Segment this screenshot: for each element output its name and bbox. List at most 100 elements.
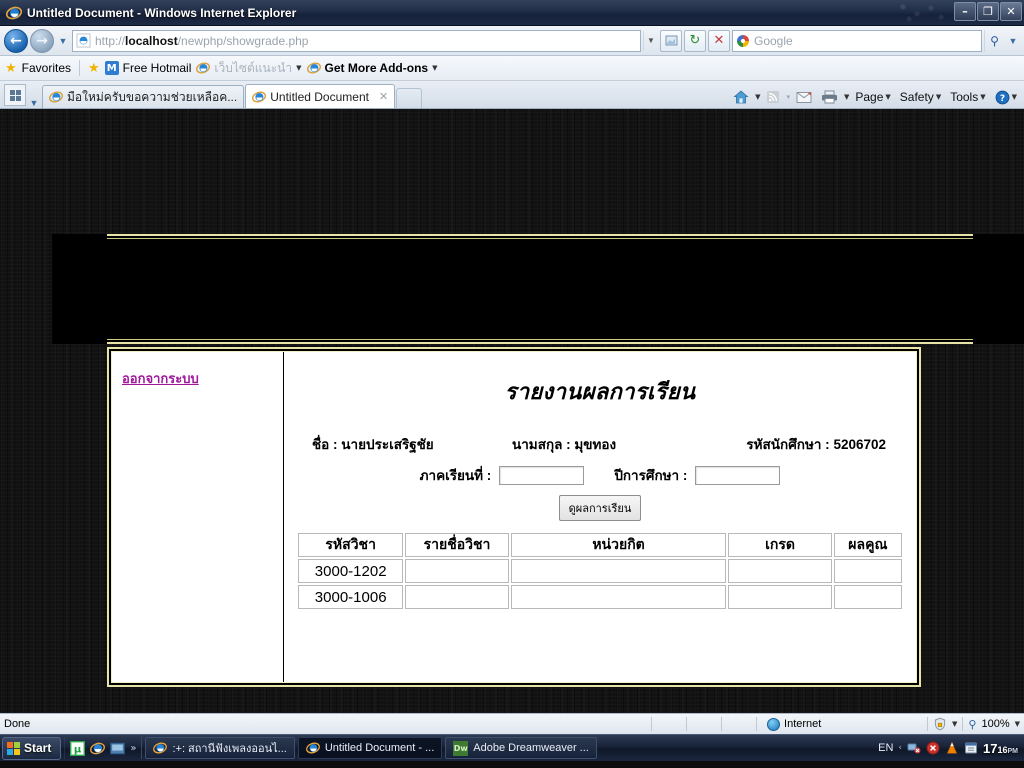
search-input[interactable]: Google [732,29,982,52]
favbar-item-suggested-sites[interactable]: เว็บไซต์แนะนำ ▼ [196,59,302,78]
favorites-label[interactable]: Favorites [22,61,71,75]
shield-icon[interactable] [926,741,940,755]
language-indicator[interactable]: EN [878,742,893,754]
google-icon [737,34,749,47]
clock-minutes: 16 [997,744,1008,755]
show-grades-button[interactable]: ดูผลการเรียน [558,495,642,521]
update-icon[interactable] [964,741,978,755]
taskbar-item-2[interactable]: Dw Adobe Dreamweaver ... [445,737,597,759]
tab-item-0[interactable]: มือใหม่ครับขอความช่วยเหลือค... [42,85,245,108]
term-input[interactable] [499,465,585,485]
chevron-down-icon[interactable]: ▼ [296,64,301,72]
add-to-favorites-bar-icon[interactable]: ★ [88,61,100,76]
network-icon[interactable] [907,741,921,755]
new-tab-button[interactable] [396,88,423,108]
favorites-star-icon[interactable]: ★ [5,61,17,76]
chevron-down-icon: ▼ [935,93,942,101]
security-zone-label: Internet [784,718,822,730]
student-surname-value: มุขทอง [574,437,617,452]
titlebar-glyph-decoration [897,2,952,24]
feeds-dropdown-icon: ▾ [786,93,790,101]
favbar-item-free-hotmail[interactable]: M Free Hotmail [104,61,192,75]
zoom-dropdown-icon[interactable]: ▼ [1015,720,1020,728]
compatibility-view-icon[interactable] [660,29,682,52]
statusbar-right: ▼ ⚲ 100% ▼ [927,717,1020,731]
logout-link[interactable]: ออกจากระบบ [122,371,199,386]
svg-text:µ: µ [74,744,82,755]
clock-hours: 17 [983,740,998,756]
home-button[interactable] [730,89,752,105]
system-tray: EN ‹ 17 16 PM [878,741,1022,756]
zoom-level: 100% [981,718,1010,730]
ie-icon [196,62,211,74]
window-controls: – ❐ ✕ [954,2,1022,21]
media-icon[interactable] [110,741,126,756]
home-dropdown-icon[interactable]: ▼ [755,93,760,101]
cell-grade [728,585,832,609]
quick-tabs-icon[interactable] [4,84,26,106]
search-provider-dropdown[interactable]: ▼ [1006,36,1020,46]
page-content-inner: ออกจากระบบ รายงานผลการเรียน ชื่อ : นายปร… [111,351,917,683]
zoom-icon[interactable]: ⚲ [968,718,976,731]
address-bar[interactable]: http://localhost/newphp/showgrade.php [72,29,641,52]
back-arrow-icon[interactable]: ← [4,28,28,53]
stop-icon[interactable]: ✕ [708,29,730,52]
close-button[interactable]: ✕ [1000,2,1022,21]
tab-bar: ▼ มือใหม่ครับขอความช่วยเหลือค... Untitle… [0,81,1024,109]
recent-pages-dropdown[interactable]: ▼ [56,36,70,46]
page-menu-button[interactable]: Page ▼ [852,90,893,104]
taskbar-item-1-active[interactable]: Untitled Document - ... [297,737,443,759]
favbar-item-get-more-addons[interactable]: Get More Add-ons ▼ [306,61,437,75]
security-zone[interactable]: Internet [767,717,927,731]
table-row: 3000-1202 [298,559,902,583]
favbar-item-label: Free Hotmail [122,61,192,75]
address-dropdown-icon[interactable]: ▼ [643,30,658,51]
utorrent-icon[interactable]: µ [70,740,86,756]
system-clock[interactable]: 17 16 PM [983,741,1018,756]
close-icon[interactable]: ✕ [379,90,388,103]
quick-launch-overflow-icon[interactable]: » [130,743,136,754]
tools-menu-label: Tools [950,90,979,104]
protected-mode-dropdown[interactable]: ▼ [952,720,957,728]
print-button[interactable] [818,90,841,104]
favbar-item-label: Get More Add-ons [324,61,429,75]
start-button[interactable]: Start [2,736,62,760]
safety-menu-button[interactable]: Safety ▼ [897,90,944,104]
ie-icon [49,91,63,103]
ie-icon [6,6,22,19]
page-ie-icon [76,33,91,48]
tab-label: มือใหม่ครับขอความช่วยเหลือค... [67,89,238,104]
banner-inner-frame [107,234,973,344]
globe-icon [767,717,781,731]
svg-text:?: ? [999,94,1004,104]
restore-button[interactable]: ❐ [977,2,999,21]
ie-icon[interactable] [90,741,106,756]
table-row: 3000-1006 [298,585,902,609]
minimize-button[interactable]: – [954,2,976,21]
search-go-icon[interactable]: ⚲ [984,29,1004,52]
page-banner [52,234,1024,344]
help-button[interactable]: ? ▼ [992,90,1020,105]
cell-grade [728,559,832,583]
mail-button[interactable] [793,91,815,104]
student-info-row: ชื่อ : นายประเสริฐชัย นามสกุล : มุขทอง ร… [296,433,904,455]
vlc-icon[interactable] [945,741,959,755]
navigation-toolbar: ← → ▼ http://localhost/newphp/showgrade.… [0,26,1024,56]
chevron-down-icon: ▼ [1011,93,1017,101]
refresh-icon[interactable]: ↻ [684,29,706,52]
tab-item-1-active[interactable]: Untitled Document ✕ [245,84,396,108]
tab-list-dropdown[interactable]: ▼ [27,98,41,108]
print-dropdown-icon[interactable]: ▼ [844,93,849,101]
divider [927,717,929,731]
chevron-down-icon[interactable]: ▼ [432,64,437,72]
address-url-text: http://localhost/newphp/showgrade.php [95,33,309,48]
favbar-item-label: เว็บไซต์แนะนำ [214,60,293,75]
taskbar-item-0[interactable]: :+: สถานีฟังเพลงออนไ... [145,737,295,759]
tools-menu-button[interactable]: Tools ▼ [947,90,988,104]
year-input[interactable] [695,465,781,485]
feeds-button[interactable] [763,90,783,104]
tray-expand-icon[interactable]: ‹ [898,743,902,753]
chevron-down-icon: ▼ [980,93,986,101]
forward-arrow-icon[interactable]: → [30,28,54,53]
page-menu-label: Page [855,90,884,104]
